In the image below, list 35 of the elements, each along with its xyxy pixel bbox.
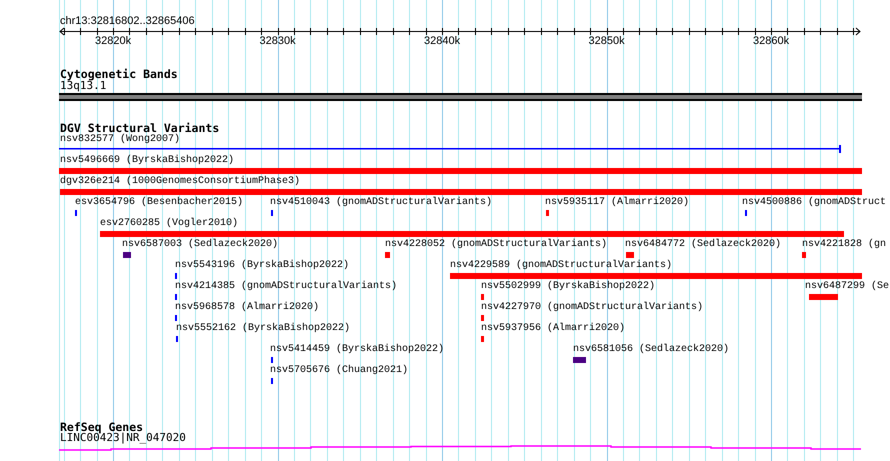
gene-label: LINC00423|NR_047020	[60, 432, 186, 444]
variant-label: nsv4500886 (gnomADStruct	[742, 197, 886, 209]
scale-tick-label: 32840k	[424, 35, 460, 47]
variant-label: nsv6487299 (Se	[805, 281, 890, 293]
scale-tick-label: 32850k	[588, 35, 625, 47]
variant-label: dgv326e214 (1000GenomesConsortiumPhase3)	[60, 176, 300, 188]
variant-label: nsv6484772 (Sedlazeck2020)	[625, 239, 782, 251]
variant-label: nsv5496669 (ByrskaBishop2022)	[60, 155, 234, 167]
variant-label: nsv5935117 (Almarri2020)	[545, 197, 690, 209]
location-label: chr13:32816802..32865406	[60, 15, 195, 27]
variant-label: esv2760285 (Vogler2010)	[100, 218, 238, 230]
variant-label: nsv5552162 (ByrskaBishop2022)	[176, 323, 350, 335]
variant-label: nsv5502999 (ByrskaBishop2022)	[481, 281, 656, 293]
variant-label: nsv5543196 (ByrskaBishop2022)	[175, 260, 350, 272]
variant-label: nsv5937956 (Almarri2020)	[481, 323, 626, 335]
variant-label: nsv6587003 (Sedlazeck2020)	[122, 239, 278, 251]
variant-label: nsv6581056 (Sedlazeck2020)	[573, 344, 730, 356]
scale-tick-label: 32830k	[260, 35, 296, 47]
track-title: DGV Structural Variants	[60, 122, 220, 134]
variant-label: nsv5414459 (ByrskaBishop2022)	[270, 344, 444, 356]
variant-label: nsv4221828 (gn	[802, 239, 886, 251]
variant-label: nsv5705676 (Chuang2021)	[270, 365, 408, 377]
variant-label: nsv4214385 (gnomADStructuralVariants)	[175, 281, 398, 293]
variant-label: nsv5968578 (Almarri2020)	[175, 302, 320, 314]
variant-label: nsv4229589 (gnomADStructuralVariants)	[450, 260, 672, 272]
track-title: RefSeq Genes	[60, 421, 144, 433]
variant-label: nsv4510043 (gnomADStructuralVariants)	[270, 197, 492, 209]
variant-label: esv3654796 (Besenbacher2015)	[75, 197, 244, 209]
scale-tick-label: 32820k	[95, 35, 132, 47]
band-label: 13q13.1	[60, 80, 106, 92]
variant-label: nsv832577 (Wong2007)	[60, 134, 180, 146]
variant-label: nsv4228052 (gnomADStructuralVariants)	[385, 239, 608, 251]
variant-label: nsv4227970 (gnomADStructuralVariants)	[481, 302, 704, 314]
scale-tick-label: 32860k	[753, 35, 790, 47]
track-title: Cytogenetic Bands	[60, 68, 178, 80]
